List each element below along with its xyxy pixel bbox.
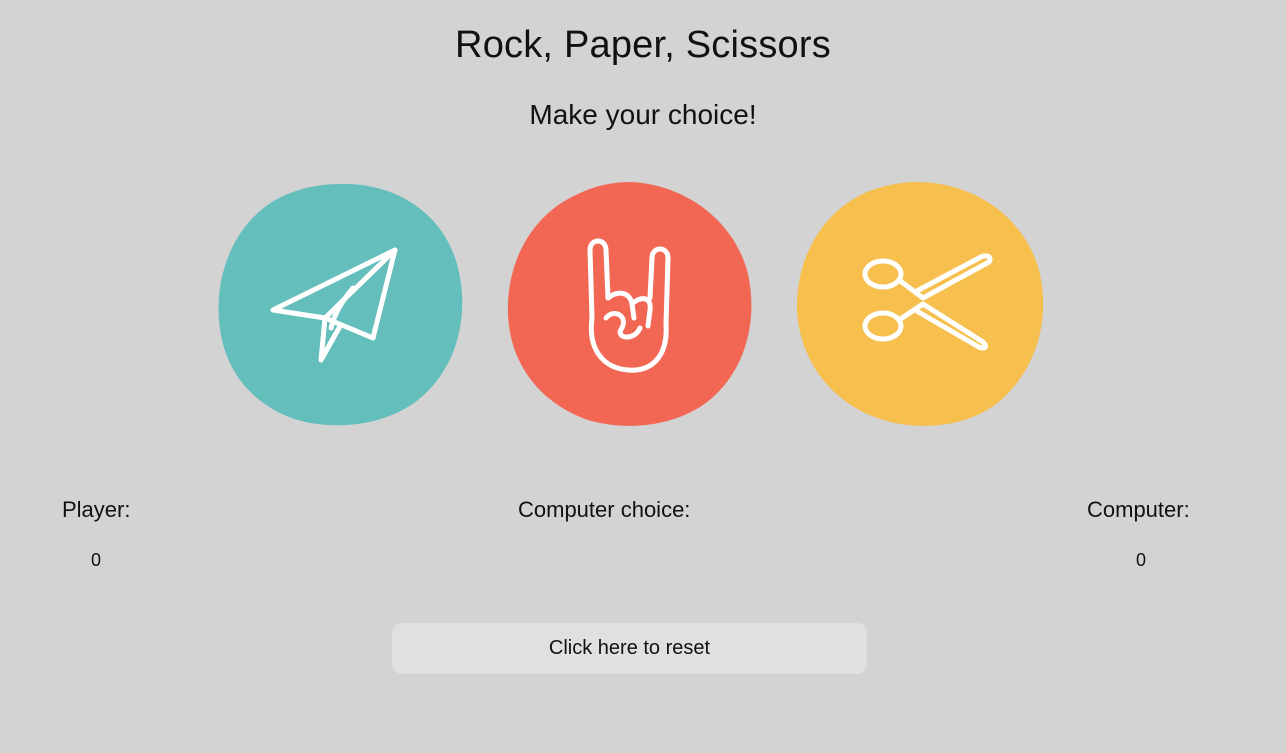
rock-choice-button[interactable] (502, 178, 754, 430)
rock-hand-icon (507, 182, 752, 426)
computer-score-value: 0 (1136, 550, 1147, 570)
paper-choice-button[interactable] (213, 178, 465, 430)
scissors-choice-button[interactable] (793, 178, 1045, 430)
paper-plane-icon (218, 183, 463, 426)
reset-button[interactable]: Click here to reset (392, 623, 867, 674)
computer-score-label: Computer: (1087, 497, 1190, 522)
player-score-label: Player: (62, 497, 131, 522)
page-title: Rock, Paper, Scissors (455, 24, 831, 66)
scissors-icon (796, 182, 1044, 426)
instruction-heading: Make your choice! (529, 99, 757, 130)
player-score-value: 0 (91, 550, 102, 570)
game-page: Rock, Paper, Scissors Make your choice! (0, 0, 1286, 753)
computer-choice-label: Computer choice: (518, 497, 691, 522)
